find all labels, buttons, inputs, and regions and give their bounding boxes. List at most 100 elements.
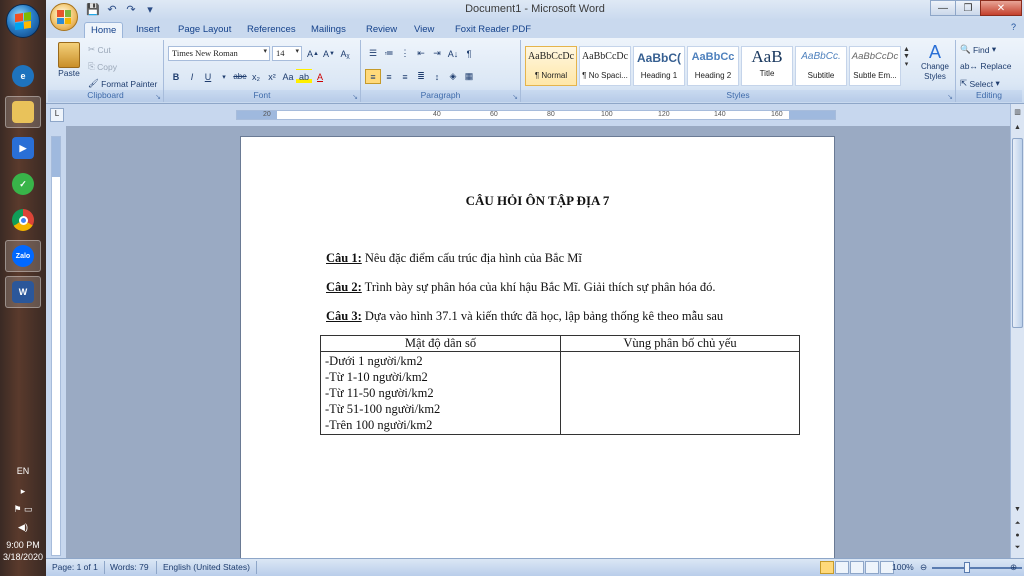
- decrease-indent-icon[interactable]: ⇤: [413, 46, 429, 61]
- tab-view[interactable]: View: [408, 22, 440, 38]
- grow-font-icon[interactable]: A ▲: [305, 46, 321, 61]
- replace-button[interactable]: ab↔ Replace: [960, 61, 1012, 71]
- increase-indent-icon[interactable]: ⇥: [429, 46, 445, 61]
- tab-foxit-reader-pdf[interactable]: Foxit Reader PDF: [449, 22, 537, 38]
- styles-launcher-icon[interactable]: ↘: [947, 93, 953, 101]
- language-indicator[interactable]: EN: [0, 466, 46, 476]
- underline-icon[interactable]: U: [200, 69, 216, 84]
- minimize-button[interactable]: —: [930, 0, 956, 16]
- copy-button[interactable]: ⎘ Copy: [88, 61, 117, 72]
- borders-icon[interactable]: ▦: [461, 69, 477, 84]
- styles-scroll[interactable]: ▲ ▼ ▾: [903, 46, 910, 68]
- align-right-icon[interactable]: ≡: [397, 69, 413, 84]
- style-no-spacing[interactable]: AaBbCcDc ¶ No Spaci...: [579, 46, 631, 86]
- previous-page-icon[interactable]: ⏶: [1012, 520, 1023, 532]
- zoom-in-icon[interactable]: ⊕: [1010, 562, 1017, 573]
- region-cell[interactable]: [560, 351, 800, 435]
- tab-references[interactable]: References: [241, 22, 302, 38]
- shading-icon[interactable]: ◈: [445, 69, 461, 84]
- format-painter-button[interactable]: 🖌 Format Painter: [88, 78, 157, 89]
- bullets-icon[interactable]: ☰: [365, 46, 381, 61]
- outline-view-icon[interactable]: [865, 561, 879, 574]
- zoom-slider-thumb[interactable]: [964, 562, 970, 573]
- start-button[interactable]: [6, 4, 40, 38]
- align-center-icon[interactable]: ≡: [381, 69, 397, 84]
- paragraph-launcher-icon[interactable]: ↘: [512, 93, 518, 101]
- ruler-strip[interactable]: 20 40 60 80 100 120 140 160: [236, 110, 836, 120]
- tray-expand-icon[interactable]: ▸: [0, 486, 46, 497]
- scroll-up-arrow-icon[interactable]: ▲: [1012, 124, 1023, 136]
- help-icon[interactable]: ?: [1011, 22, 1016, 32]
- clipboard-launcher-icon[interactable]: ↘: [155, 93, 161, 101]
- zoom-level[interactable]: 100%: [892, 562, 914, 572]
- font-name-combo[interactable]: Times New Roman ▾: [168, 46, 270, 61]
- vertical-scrollbar[interactable]: ▥ ▲ ▼ ⏶ ● ⏷: [1010, 104, 1024, 558]
- close-button[interactable]: ✕: [980, 0, 1022, 16]
- language-status[interactable]: English (United States): [163, 562, 250, 572]
- office-button[interactable]: [50, 3, 78, 31]
- taskbar-chrome[interactable]: [5, 204, 41, 236]
- font-launcher-icon[interactable]: ↘: [352, 93, 358, 101]
- restore-button[interactable]: ❐: [955, 0, 981, 16]
- print-layout-view-icon[interactable]: [820, 561, 834, 574]
- style-subtle-emphasis[interactable]: AaBbCcDc Subtle Em...: [849, 46, 901, 86]
- tab-review[interactable]: Review: [360, 22, 403, 38]
- zoom-slider[interactable]: [932, 567, 1022, 569]
- next-page-icon[interactable]: ⏷: [1012, 544, 1023, 556]
- cut-button[interactable]: ✂ Cut: [88, 44, 111, 55]
- taskbar-green-app[interactable]: ✓: [5, 168, 41, 200]
- superscript-icon[interactable]: x²: [264, 69, 280, 84]
- shrink-font-icon[interactable]: A ▼: [321, 46, 337, 61]
- scroll-down-arrow-icon[interactable]: ▼: [1012, 506, 1023, 518]
- strikethrough-icon[interactable]: abe: [232, 69, 248, 84]
- style-subtitle[interactable]: AaBbCc. Subtitle: [795, 46, 847, 86]
- font-size-combo[interactable]: 14 ▾: [272, 46, 302, 61]
- tab-mailings[interactable]: Mailings: [305, 22, 352, 38]
- style-title[interactable]: AaB Title: [741, 46, 793, 86]
- taskbar-file-explorer[interactable]: [5, 96, 41, 128]
- taskbar-zalo[interactable]: Zalo: [5, 240, 41, 272]
- italic-icon[interactable]: I: [184, 69, 200, 84]
- find-button[interactable]: 🔍 Find ▾: [960, 44, 996, 55]
- dropdown-arrow-icon[interactable]: ▾: [216, 69, 232, 84]
- line-spacing-icon[interactable]: ↕: [429, 69, 445, 84]
- more-styles-icon[interactable]: ▾: [905, 60, 909, 68]
- numbering-icon[interactable]: ≔: [381, 46, 397, 61]
- taskbar-media-player[interactable]: ▶: [5, 132, 41, 164]
- ruler-toggle-icon[interactable]: ▥: [1012, 108, 1023, 120]
- justify-icon[interactable]: ≣: [413, 69, 429, 84]
- clear-formatting-icon[interactable]: Aᵪ: [337, 46, 353, 61]
- select-button[interactable]: ⇱ Select ▾: [960, 78, 1000, 89]
- tab-page-layout[interactable]: Page Layout: [172, 22, 237, 38]
- style-normal[interactable]: AaBbCcDc ¶ Normal: [525, 46, 577, 86]
- scroll-down-icon[interactable]: ▼: [903, 53, 910, 60]
- style-heading-2[interactable]: AaBbCc Heading 2: [687, 46, 739, 86]
- scroll-up-icon[interactable]: ▲: [903, 46, 910, 53]
- clock-time[interactable]: 9:00 PM: [0, 540, 46, 550]
- page-count[interactable]: Page: 1 of 1: [52, 562, 98, 572]
- show-formatting-marks-icon[interactable]: ¶: [461, 46, 477, 61]
- align-left-icon[interactable]: ≡: [365, 69, 381, 84]
- network-icon[interactable]: ⚑ ▭: [0, 504, 46, 515]
- sort-icon[interactable]: A↓: [445, 46, 461, 61]
- paste-button[interactable]: Paste: [52, 42, 86, 78]
- change-case-icon[interactable]: Aa: [280, 69, 296, 84]
- zoom-out-icon[interactable]: ⊖: [920, 562, 927, 573]
- tab-insert[interactable]: Insert: [130, 22, 166, 38]
- style-heading-1[interactable]: AaBbC( Heading 1: [633, 46, 685, 86]
- taskbar-word[interactable]: W: [5, 276, 41, 308]
- change-styles-button[interactable]: A Change Styles: [915, 42, 955, 82]
- bold-icon[interactable]: B: [168, 69, 184, 84]
- clock-date[interactable]: 3/18/2020: [0, 552, 46, 562]
- font-color-icon[interactable]: A: [312, 69, 328, 84]
- document-page[interactable]: CÂU HỎI ÔN TẬP ĐỊA 7 Câu 1: Nêu đặc điểm…: [240, 136, 835, 558]
- tab-selector-icon[interactable]: L: [50, 108, 64, 122]
- taskbar-internet-explorer[interactable]: e: [5, 60, 41, 92]
- word-count[interactable]: Words: 79: [110, 562, 149, 572]
- tab-home[interactable]: Home: [84, 22, 124, 38]
- scroll-thumb[interactable]: [1012, 138, 1023, 328]
- multilevel-list-icon[interactable]: ⋮: [397, 46, 413, 61]
- highlight-icon[interactable]: ab: [296, 69, 312, 84]
- web-layout-icon[interactable]: [850, 561, 864, 574]
- volume-icon[interactable]: ◀): [0, 522, 46, 533]
